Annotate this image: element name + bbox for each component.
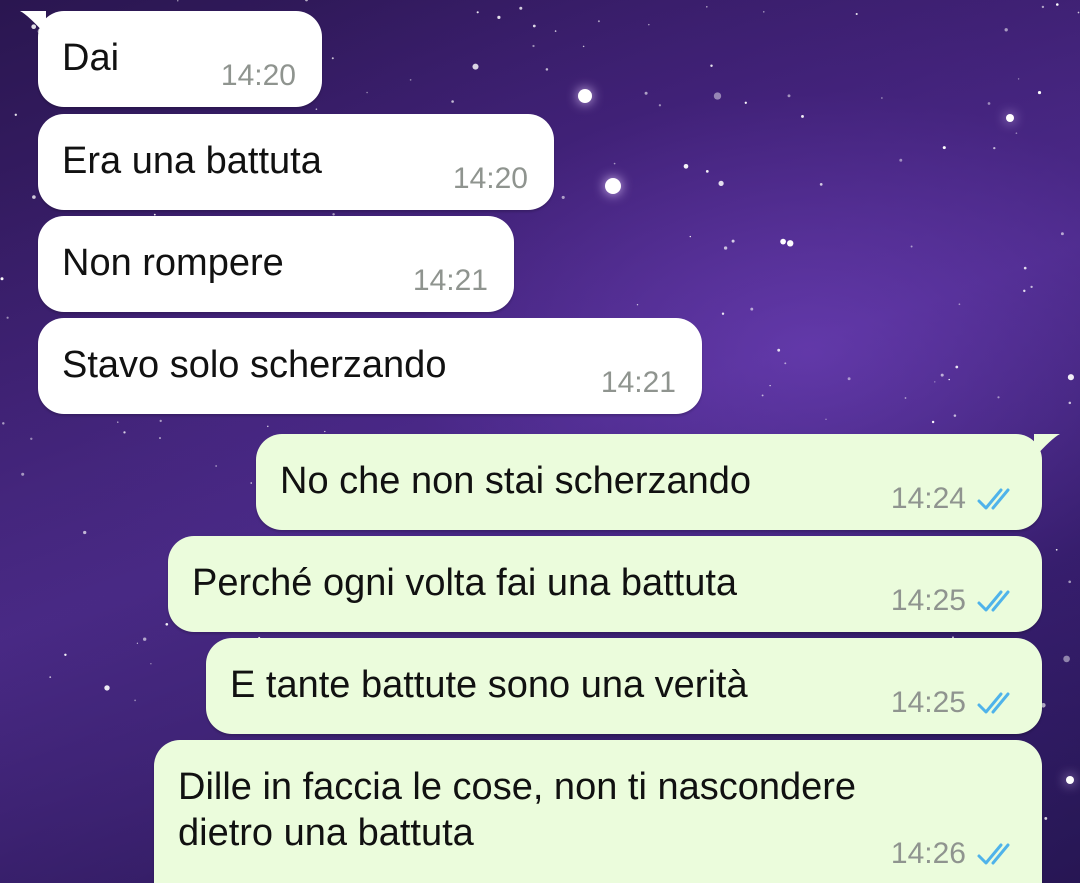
double-check-icon <box>977 488 1010 510</box>
bubble-tail <box>1034 434 1060 458</box>
double-check-icon <box>977 590 1010 612</box>
incoming-message[interactable]: Non rompere 14:21 <box>38 216 514 312</box>
bubble-tail <box>20 11 46 35</box>
double-check-icon <box>977 843 1010 865</box>
outgoing-message[interactable]: Perché ogni volta fai una battuta 14:25 <box>168 536 1042 632</box>
outgoing-message[interactable]: E tante battute sono una verità 14:25 <box>206 638 1042 734</box>
double-check-icon <box>977 692 1010 714</box>
message-text: Dille in faccia le cose, non ti nasconde… <box>178 766 857 854</box>
message-text: No che non stai scherzando <box>280 460 752 502</box>
message-time: 14:21 <box>600 366 676 399</box>
message-text: Dai <box>62 37 120 79</box>
message-text: Perché ogni volta fai una battuta <box>192 562 738 604</box>
incoming-message[interactable]: Era una battuta 14:20 <box>38 114 554 210</box>
message-time: 14:25 <box>890 584 966 617</box>
message-text: Era una battuta <box>62 140 322 182</box>
message-time: 14:20 <box>452 162 528 195</box>
outgoing-message[interactable]: Dille in faccia le cose, non ti nasconde… <box>154 740 1042 883</box>
message-time: 14:26 <box>890 837 966 870</box>
message-time: 14:21 <box>412 264 488 297</box>
incoming-message[interactable]: Stavo solo scherzando 14:21 <box>38 318 702 414</box>
incoming-message[interactable]: Dai 14:20 <box>20 11 322 107</box>
message-text: Non rompere <box>62 242 284 284</box>
message-text: Stavo solo scherzando <box>62 344 447 386</box>
message-time: 14:25 <box>890 686 966 719</box>
message-text: E tante battute sono una verità <box>230 664 748 706</box>
message-time: 14:24 <box>890 482 966 515</box>
outgoing-message[interactable]: No che non stai scherzando 14:24 <box>256 434 1060 530</box>
message-time: 14:20 <box>220 59 296 92</box>
